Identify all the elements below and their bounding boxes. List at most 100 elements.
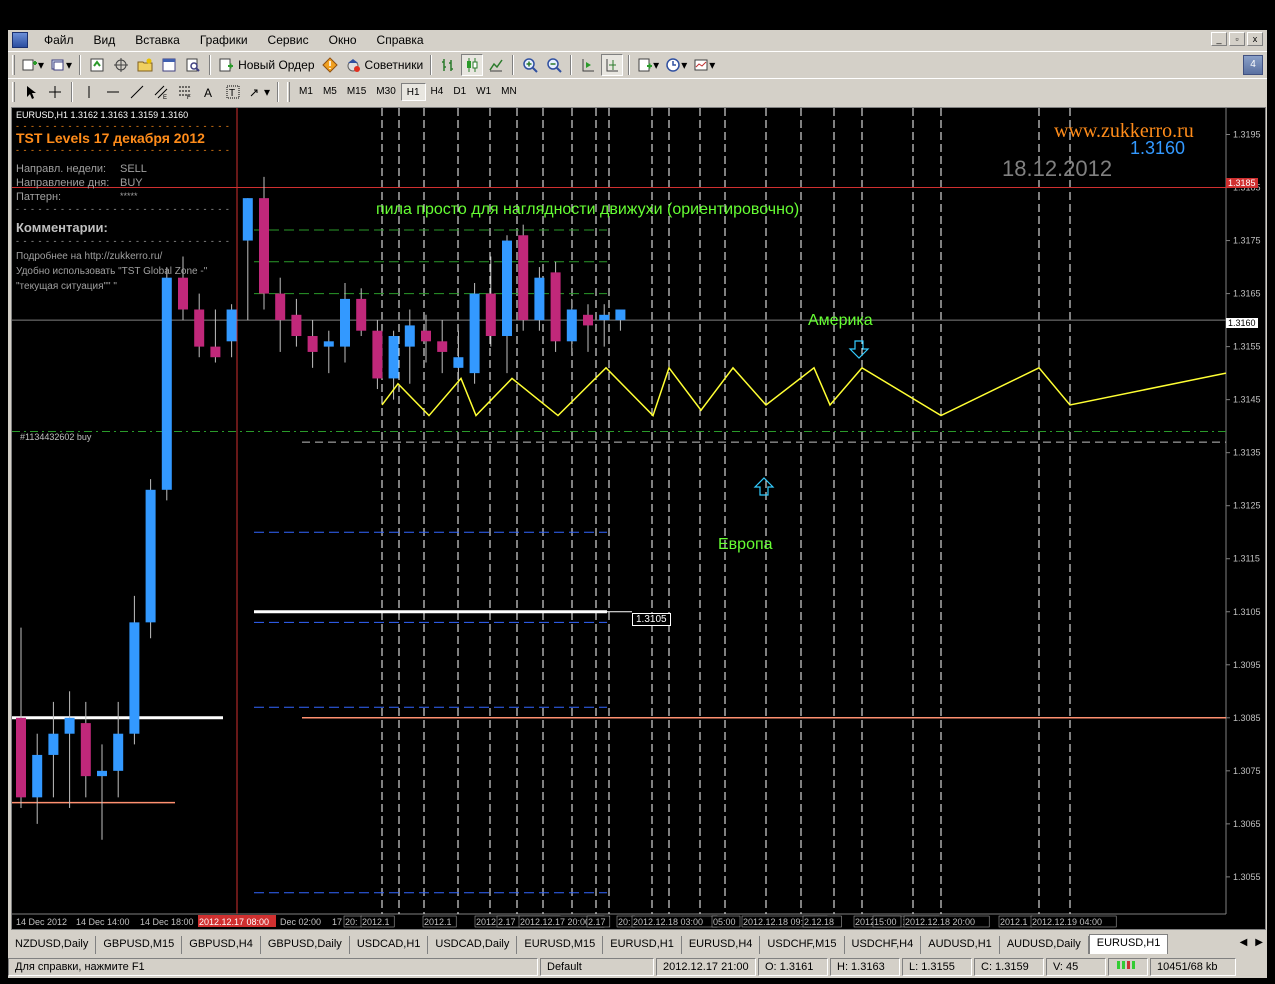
candle-body [16, 717, 26, 798]
timeframe-mn[interactable]: MN [496, 83, 522, 101]
chart-canvas[interactable]: 1.3195 1.3185 1.3175 1.3165 1.3155 1.3145 1.31… [12, 108, 1265, 929]
text-label-button[interactable]: T [222, 81, 244, 103]
chart-tab[interactable]: USDCHF,M15 [760, 936, 845, 954]
trendline-icon [130, 85, 144, 98]
candlestick-button[interactable] [461, 53, 484, 76]
menu-tools[interactable]: Сервис [258, 33, 319, 47]
candle-body [550, 272, 561, 342]
crosshair-icon [49, 85, 61, 98]
market-watch-button[interactable] [86, 54, 108, 76]
tab-scroll-arrows[interactable]: ◀ ▶ [1240, 937, 1263, 948]
vertical-line-icon [88, 85, 90, 98]
menu-window[interactable]: Окно [319, 33, 367, 47]
timeframe-m5[interactable]: M5 [318, 83, 342, 101]
magnifier-page-icon [186, 58, 200, 72]
standard-toolbar: ▾ ▾ Новый Ордер Советники ▾ ▾ ▾ 4 [8, 51, 1267, 77]
comments-divider-bottom: - - - - - - - - - - - - - - - - - - - - … [16, 236, 230, 246]
chart-tab[interactable]: USDCHF,H4 [844, 936, 922, 954]
fibonacci-icon: F [179, 86, 191, 100]
data-window-button[interactable] [110, 54, 132, 76]
chart-tab[interactable]: EURUSD,H4 [681, 936, 761, 954]
candle-body [226, 309, 237, 342]
timeframe-m15[interactable]: M15 [342, 83, 371, 101]
navigator-button[interactable] [134, 54, 156, 76]
equidistant-channel-button[interactable]: E [150, 81, 172, 103]
periods-button[interactable]: ▾ [663, 54, 689, 76]
chart-tab[interactable]: USDCAD,H1 [349, 936, 429, 954]
chart-tab[interactable]: AUDUSD,Daily [999, 936, 1089, 954]
line-chart-button[interactable] [485, 54, 507, 76]
chart-tab[interactable]: NZDUSD,Daily [8, 936, 97, 954]
price-tick-label: 1.3175 [1233, 236, 1261, 246]
menu-help[interactable]: Справка [367, 33, 434, 47]
line-studies-toolbar: E F A T ▾ M1 M5 M15 M30 H1 H4 D1 W1 MN [8, 78, 1267, 104]
horizontal-line-button[interactable] [102, 81, 124, 103]
arrows-button[interactable]: ▾ [246, 81, 272, 103]
tab-left-icon[interactable]: ◀ [1240, 937, 1248, 948]
new-order-button[interactable]: Новый Ордер [216, 54, 316, 76]
new-chart-button[interactable]: ▾ [20, 54, 46, 76]
timeframe-d1[interactable]: D1 [448, 83, 471, 101]
price-chart[interactable]: 1.3195 1.3185 1.3175 1.3165 1.3155 1.3145 1.31… [11, 107, 1266, 930]
chart-tab[interactable]: AUDUSD,H1 [921, 936, 1000, 954]
trendline-button[interactable] [126, 81, 148, 103]
chart-tab[interactable]: EURUSD,H1 [1088, 934, 1169, 954]
terminal-button[interactable] [158, 54, 180, 76]
candle-body [469, 293, 480, 374]
auto-scroll-button[interactable] [577, 54, 599, 76]
notifications-badge[interactable]: 4 [1243, 55, 1263, 75]
timeframe-m1[interactable]: M1 [294, 83, 318, 101]
europe-label: Европа [718, 536, 773, 553]
vertical-line-button[interactable] [78, 81, 100, 103]
chart-tab[interactable]: GBPUSD,H4 [182, 936, 261, 954]
strategy-tester-button[interactable] [182, 54, 204, 76]
timeframe-h4[interactable]: H4 [426, 83, 449, 101]
chart-tab[interactable]: GBPUSD,Daily [260, 936, 350, 954]
tab-right-icon[interactable]: ▶ [1255, 937, 1263, 948]
candle-body [113, 733, 124, 771]
chart-tab[interactable]: USDCAD,Daily [428, 936, 518, 954]
zoom-out-button[interactable] [543, 54, 565, 76]
chart-shift-button[interactable] [601, 53, 624, 76]
advisors-button[interactable]: Советники [343, 54, 426, 76]
menu-view[interactable]: Вид [84, 33, 126, 47]
candle-body [32, 754, 43, 798]
timeframe-w1[interactable]: W1 [471, 83, 496, 101]
candle-body [615, 309, 626, 321]
fibonacci-button[interactable]: F [174, 81, 196, 103]
minimize-button[interactable]: _ [1211, 32, 1227, 46]
close-button[interactable]: x [1247, 32, 1263, 46]
profiles-button[interactable]: ▾ [48, 54, 74, 76]
templates-button[interactable]: ▾ [691, 54, 717, 76]
connection-bars-icon [1117, 961, 1135, 969]
candle-body [48, 733, 59, 755]
bar-chart-button[interactable] [437, 54, 459, 76]
candle-body [566, 309, 577, 342]
price-tick-label: 1.3075 [1233, 766, 1261, 776]
menu-charts[interactable]: Графики [190, 33, 258, 47]
cursor-button[interactable] [20, 81, 42, 103]
indicators-button[interactable]: ▾ [635, 54, 661, 76]
time-tick-label: 2.12.18 [804, 917, 834, 927]
crosshair-button[interactable] [44, 81, 66, 103]
time-tick-label: 17 [332, 917, 342, 927]
red-price-tag: 1.3185 [1226, 178, 1258, 188]
chart-tab[interactable]: GBPUSD,M15 [96, 936, 183, 954]
menu-file[interactable]: Файл [34, 33, 84, 47]
timeframe-h1[interactable]: H1 [400, 82, 426, 101]
text-a-icon: A [204, 86, 212, 100]
zoom-in-button[interactable] [519, 54, 541, 76]
chart-tab[interactable]: EURUSD,H1 [603, 936, 682, 954]
text-button[interactable]: A [198, 81, 220, 103]
metaeditor-button[interactable] [319, 54, 341, 76]
timeframe-m30[interactable]: M30 [371, 83, 400, 101]
connection-indicator [1108, 958, 1148, 976]
chart-tab[interactable]: EURUSD,M15 [517, 936, 604, 954]
restore-button[interactable]: ▫ [1229, 32, 1245, 46]
time-tick-label: 14 Dec 18:00 [140, 917, 194, 927]
menu-insert[interactable]: Вставка [125, 33, 190, 47]
candle-body [97, 770, 107, 777]
candle-body [307, 336, 318, 352]
chart-shift-icon [606, 58, 619, 71]
price-tick-label: 1.3055 [1233, 872, 1261, 882]
